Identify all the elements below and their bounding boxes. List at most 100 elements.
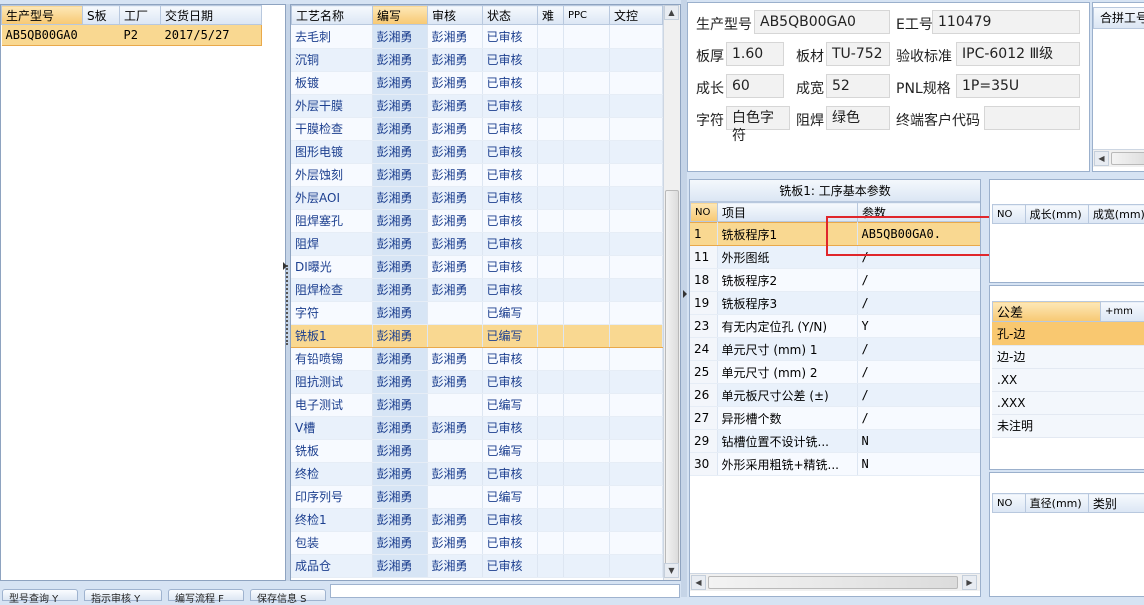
process-name-cell[interactable]: 字符: [291, 301, 372, 324]
eno-field[interactable]: 110479: [932, 10, 1080, 34]
difficulty-cell[interactable]: [537, 48, 563, 71]
reviewer-cell[interactable]: [427, 324, 482, 347]
param-item-cell[interactable]: 单元尺寸 (mm) 1: [717, 338, 857, 361]
process-row[interactable]: 铣板1彭湘勇已编写: [291, 324, 662, 347]
process-row[interactable]: 成品仓彭湘勇彭湘勇已审核: [291, 554, 662, 577]
process-row[interactable]: 字符彭湘勇已编写: [291, 301, 662, 324]
date-cell[interactable]: 2017/5/27: [161, 25, 262, 46]
writer-cell[interactable]: 彭湘勇: [372, 324, 427, 347]
param-item-cell[interactable]: 钻槽位置不设计铣...: [717, 430, 857, 453]
param-no-cell[interactable]: 24: [690, 338, 717, 361]
process-row[interactable]: 阻焊彭湘勇彭湘勇已审核: [291, 232, 662, 255]
ppc-cell[interactable]: [563, 163, 609, 186]
col-header-model[interactable]: 生产型号: [2, 6, 83, 25]
process-row[interactable]: 有铅喷锡彭湘勇彭湘勇已审核: [291, 347, 662, 370]
process-name-cell[interactable]: 阻焊: [291, 232, 372, 255]
status-cell[interactable]: 已审核: [482, 117, 537, 140]
status-cell[interactable]: 已审核: [482, 554, 537, 577]
param-item-cell[interactable]: 外形采用粗铣+精铣...: [717, 453, 857, 476]
doc-control-cell[interactable]: [609, 209, 662, 232]
col-header-tolerance[interactable]: 公差: [993, 302, 1101, 322]
mask-field[interactable]: 绿色: [826, 106, 890, 130]
reviewer-cell[interactable]: 彭湘勇: [427, 255, 482, 278]
process-row[interactable]: 包装彭湘勇彭湘勇已审核: [291, 531, 662, 554]
param-row[interactable]: 29钻槽位置不设计铣...N: [690, 430, 980, 453]
ppc-cell[interactable]: [563, 71, 609, 94]
process-name-cell[interactable]: 阻抗测试: [291, 370, 372, 393]
status-cell[interactable]: 已审核: [482, 416, 537, 439]
width-field[interactable]: 52: [826, 74, 890, 98]
process-name-cell[interactable]: 电子测试: [291, 393, 372, 416]
process-row[interactable]: V槽彭湘勇彭湘勇已审核: [291, 416, 662, 439]
process-row[interactable]: 干膜检查彭湘勇彭湘勇已审核: [291, 117, 662, 140]
status-cell[interactable]: 已审核: [482, 140, 537, 163]
process-row[interactable]: 印序列号彭湘勇已编写: [291, 485, 662, 508]
scroll-thumb[interactable]: [665, 190, 679, 570]
difficulty-cell[interactable]: [537, 554, 563, 577]
param-row[interactable]: 30外形采用粗铣+精铣...N: [690, 453, 980, 476]
reviewer-cell[interactable]: 彭湘勇: [427, 278, 482, 301]
ppc-cell[interactable]: [563, 301, 609, 324]
param-no-cell[interactable]: 25: [690, 361, 717, 384]
bottom-field[interactable]: [330, 584, 680, 598]
difficulty-cell[interactable]: [537, 209, 563, 232]
col-header-no[interactable]: NO: [993, 494, 1026, 513]
param-value-cell[interactable]: N: [857, 453, 980, 476]
difficulty-cell[interactable]: [537, 186, 563, 209]
writer-cell[interactable]: 彭湘勇: [372, 71, 427, 94]
reviewer-cell[interactable]: 彭湘勇: [427, 370, 482, 393]
param-row[interactable]: 25单元尺寸 (mm) 2/: [690, 361, 980, 384]
param-no-cell[interactable]: 30: [690, 453, 717, 476]
reviewer-cell[interactable]: 彭湘勇: [427, 554, 482, 577]
reviewer-cell[interactable]: 彭湘勇: [427, 347, 482, 370]
difficulty-cell[interactable]: [537, 462, 563, 485]
status-cell[interactable]: 已审核: [482, 25, 537, 48]
col-header-length[interactable]: 成长(mm): [1025, 205, 1088, 224]
difficulty-cell[interactable]: [537, 508, 563, 531]
process-row[interactable]: 去毛刺彭湘勇彭湘勇已审核: [291, 25, 662, 48]
scroll-left-icon[interactable]: ◀: [691, 575, 706, 590]
doc-control-cell[interactable]: [609, 71, 662, 94]
tab-save-info[interactable]: 保存信息 S: [250, 589, 326, 601]
writer-cell[interactable]: 彭湘勇: [372, 531, 427, 554]
doc-control-cell[interactable]: [609, 301, 662, 324]
tolerance-label-cell[interactable]: 边-边: [992, 345, 1100, 368]
process-row[interactable]: 电子测试彭湘勇已编写: [291, 393, 662, 416]
combo-scroll-thumb[interactable]: [1111, 152, 1144, 165]
factory-cell[interactable]: P2: [120, 25, 161, 46]
ppc-cell[interactable]: [563, 117, 609, 140]
param-value-cell[interactable]: /: [857, 384, 980, 407]
col-header-diameter[interactable]: 直径(mm): [1025, 494, 1088, 513]
doc-control-cell[interactable]: [609, 278, 662, 301]
ppc-cell[interactable]: [563, 439, 609, 462]
param-no-cell[interactable]: 23: [690, 315, 717, 338]
reviewer-cell[interactable]: 彭湘勇: [427, 117, 482, 140]
ppc-cell[interactable]: [563, 485, 609, 508]
reviewer-cell[interactable]: [427, 485, 482, 508]
ppc-cell[interactable]: [563, 232, 609, 255]
difficulty-cell[interactable]: [537, 140, 563, 163]
reviewer-cell[interactable]: 彭湘勇: [427, 232, 482, 255]
process-name-cell[interactable]: 阻焊塞孔: [291, 209, 372, 232]
status-cell[interactable]: 已审核: [482, 255, 537, 278]
param-value-cell[interactable]: /: [857, 269, 980, 292]
length-field[interactable]: 60: [726, 74, 784, 98]
param-no-cell[interactable]: 19: [690, 292, 717, 315]
ppc-cell[interactable]: [563, 209, 609, 232]
process-name-cell[interactable]: 成品仓: [291, 554, 372, 577]
col-header-difficulty[interactable]: 难: [538, 6, 564, 25]
process-row[interactable]: 外层AOI彭湘勇彭湘勇已审核: [291, 186, 662, 209]
scroll-up-icon[interactable]: ▲: [664, 5, 679, 20]
difficulty-cell[interactable]: [537, 393, 563, 416]
col-header-doc-control[interactable]: 文控: [610, 6, 663, 25]
ppc-cell[interactable]: [563, 48, 609, 71]
tolerance-value-cell[interactable]: [1100, 391, 1144, 414]
doc-control-cell[interactable]: [609, 232, 662, 255]
reviewer-cell[interactable]: 彭湘勇: [427, 209, 482, 232]
tolerance-label-cell[interactable]: .XXX: [992, 391, 1100, 414]
customer-field[interactable]: [984, 106, 1080, 130]
process-row[interactable]: DI曝光彭湘勇彭湘勇已审核: [291, 255, 662, 278]
process-name-cell[interactable]: 有铅喷锡: [291, 347, 372, 370]
tolerance-value-cell[interactable]: [1100, 322, 1144, 345]
col-header-factory[interactable]: 工厂: [120, 6, 161, 25]
